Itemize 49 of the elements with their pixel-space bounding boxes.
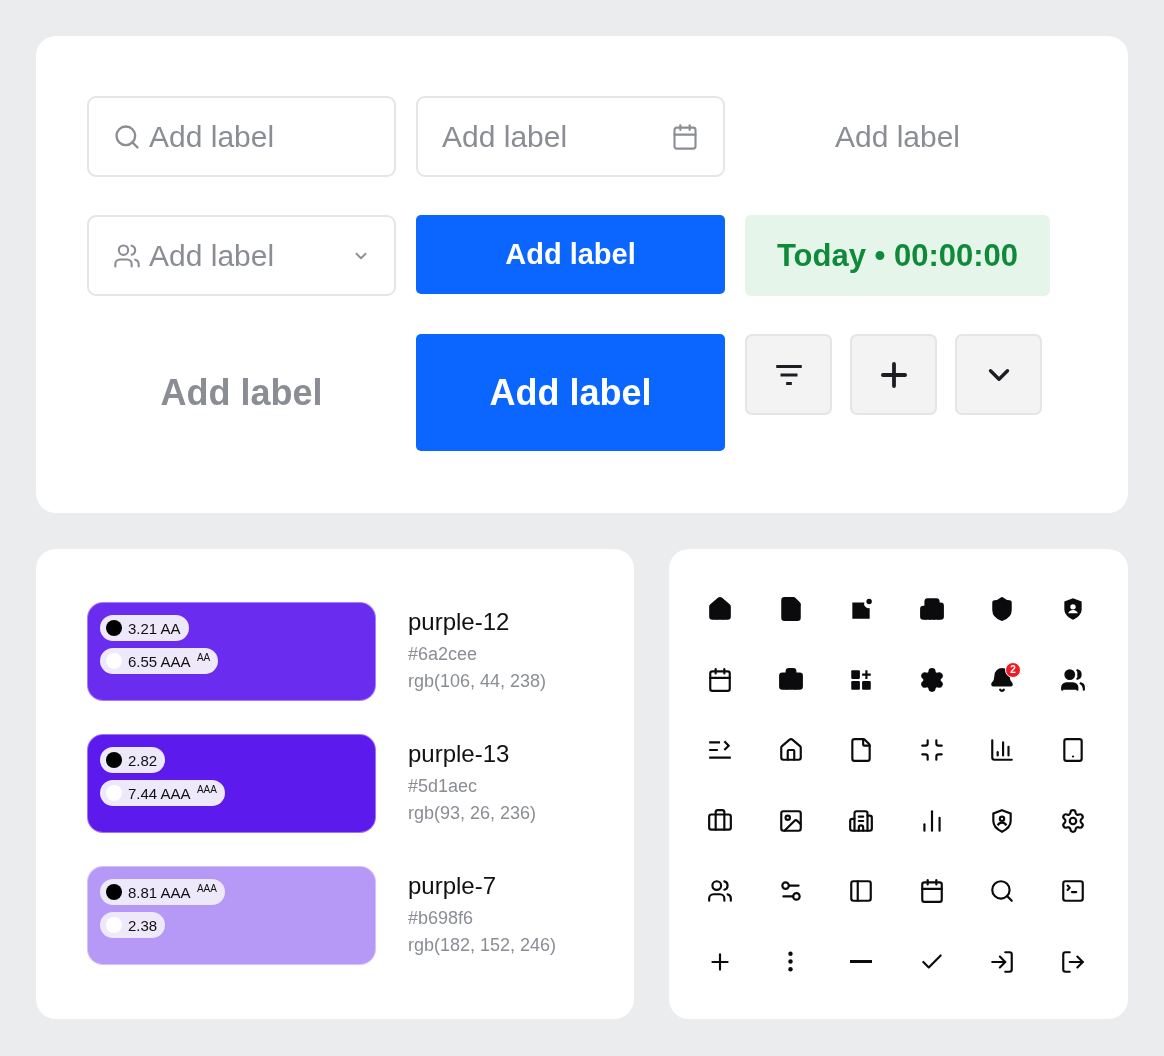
- primary-button[interactable]: Add label: [416, 215, 725, 294]
- contrast-ratio: 6.55 AAA $^{AA}$: [128, 652, 211, 670]
- contrast-ratio: 7.44 AAA $^{AAA}$: [128, 784, 217, 802]
- more-icon: [788, 951, 794, 973]
- rgb-value: rgb(182, 152, 246): [408, 935, 557, 956]
- terminal-icon: [1059, 878, 1086, 905]
- briefcase-icon: [777, 666, 804, 693]
- login-icon: [989, 948, 1016, 975]
- rgb-value: rgb(106, 44, 238): [408, 671, 547, 692]
- logout-icon: [1059, 948, 1086, 975]
- calendar-icon: [671, 122, 699, 151]
- select-field[interactable]: Add label: [87, 215, 396, 296]
- notification-badge: 2: [1005, 661, 1021, 678]
- house-icon: [707, 596, 734, 623]
- status-tag: Today • 00:00:00: [745, 215, 1050, 296]
- users-icon: [113, 241, 141, 270]
- rgb-value: rgb(93, 26, 236): [408, 803, 537, 824]
- sidebar-icon: [848, 878, 875, 905]
- settings-icon: [1059, 807, 1086, 834]
- color-name: purple-13: [408, 740, 511, 768]
- contrast-ratio: 3.21 AA: [128, 619, 181, 637]
- users-icon: [1059, 666, 1086, 693]
- bar-chart-icon: [989, 737, 1016, 764]
- hex-value: #b698f6: [408, 908, 475, 929]
- calendar-icon: [918, 878, 945, 905]
- search-icon: [113, 122, 141, 151]
- minimize-icon: [918, 737, 945, 764]
- icon-button[interactable]: [850, 334, 937, 415]
- hex-value: #6a2cee: [408, 644, 479, 665]
- minus-icon: [850, 960, 873, 964]
- users-icon: [707, 878, 734, 905]
- bell-icon: [989, 666, 1016, 693]
- house-icon: [777, 737, 804, 764]
- briefcase-icon: [707, 807, 734, 834]
- search-field[interactable]: Add label: [87, 96, 396, 177]
- text-label: Add label: [834, 119, 961, 154]
- text-label: Add label: [160, 371, 323, 414]
- primary-button[interactable]: Add label: [416, 334, 725, 451]
- contrast-ratio: 2.38: [128, 916, 158, 934]
- settings-icon: [918, 666, 945, 693]
- color-name: purple-12: [408, 608, 511, 636]
- date-field[interactable]: Add label: [416, 96, 725, 177]
- color-name: purple-7: [408, 872, 498, 900]
- hex-value: #5d1aec: [408, 776, 479, 797]
- search-icon: [989, 878, 1016, 905]
- contrast-ratio: 2.82: [128, 751, 158, 769]
- image-icon: [777, 807, 804, 834]
- contrast-ratio: 8.81 AAA $^{AAA}$: [128, 883, 217, 901]
- calendar-icon: [707, 666, 734, 693]
